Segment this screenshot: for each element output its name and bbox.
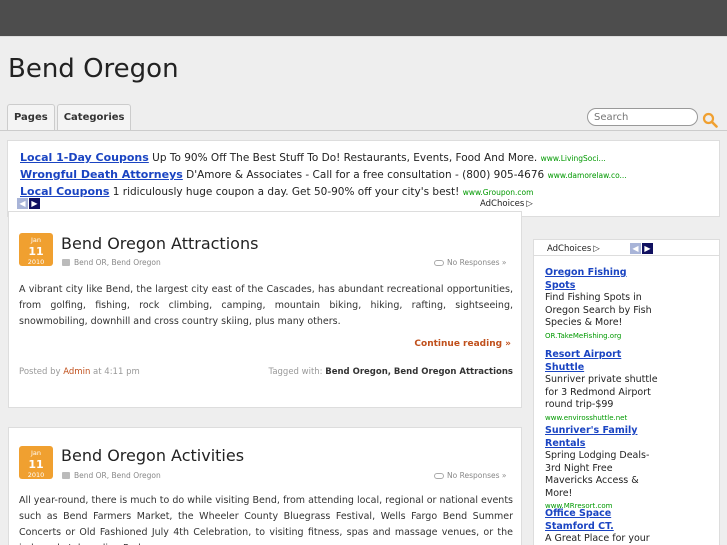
responses-link[interactable]: No Responses » — [434, 471, 506, 480]
sidebar-ad-header: AdChoices ▷ ◀ ▶ — [534, 240, 719, 256]
ad-item[interactable]: Local Coupons 1 ridiculously huge coupon… — [20, 185, 533, 198]
ad-text: Up To 90% Off The Best Stuff To Do! Rest… — [152, 152, 538, 164]
date-month: Jan — [30, 449, 42, 457]
date-year: 2010 — [27, 257, 45, 266]
sidebar-ad-url[interactable]: OR.TakeMeFishing.org — [545, 330, 660, 343]
adchoices-icon: ▷ — [526, 199, 533, 209]
adchoices-label: AdChoices — [480, 199, 525, 209]
sidebar-ad-text: Sunriver private shuttle for 3 Redmond A… — [545, 374, 658, 410]
post-categories: Bend OR, Bend Oregon — [62, 258, 161, 267]
sidebar-ad-text: Find Fishing Spots in Oregon Search by F… — [545, 292, 652, 328]
category-links[interactable]: Bend OR, Bend Oregon — [74, 471, 161, 480]
post-tags: Tagged with: Bend Oregon, Bend Oregon At… — [269, 367, 513, 377]
post-byline: Posted by Admin at 4:11 pm — [19, 367, 140, 377]
prev-arrow-icon[interactable]: ◀ — [17, 198, 28, 209]
responses-label: No Responses » — [447, 471, 507, 480]
date-month: Jan — [30, 236, 42, 244]
folder-icon — [62, 472, 70, 479]
search-icon[interactable] — [702, 112, 718, 128]
sidebar-ad-headline[interactable]: Sunriver's Family Rentals — [545, 425, 660, 450]
tagged-label: Tagged with: — [268, 367, 323, 377]
sidebar-ad-headline[interactable]: Office Space Stamford CT. — [545, 508, 660, 533]
nav-divider — [0, 130, 727, 131]
sidebar-ad-item[interactable]: Oregon Fishing Spots Find Fishing Spots … — [545, 267, 660, 342]
ad-pager: ◀ ▶ — [17, 198, 40, 209]
responses-label: No Responses » — [447, 258, 507, 267]
post-excerpt: All year-round, there is much to do whil… — [19, 495, 513, 545]
posted-by-label: Posted by — [19, 367, 61, 377]
ad-url[interactable]: www.damorelaw.co... — [548, 171, 627, 180]
tab-categories[interactable]: Categories — [56, 104, 132, 130]
responses-link[interactable]: No Responses » — [434, 258, 506, 267]
sidebar-ad-item[interactable]: Resort Airport Shuttle Sunriver private … — [545, 349, 660, 424]
adchoices-link[interactable]: AdChoices ▷ — [480, 199, 533, 209]
next-arrow-icon[interactable]: ▶ — [642, 243, 653, 254]
site-title[interactable]: Bend Oregon — [8, 54, 179, 84]
top-ad-block: Local 1-Day Coupons Up To 90% Off The Be… — [7, 140, 720, 217]
prev-arrow-icon[interactable]: ◀ — [630, 243, 641, 254]
date-badge: Jan 11 2010 — [19, 446, 53, 479]
adchoices-icon: ▷ — [593, 244, 600, 254]
post-time: at 4:11 pm — [93, 367, 140, 377]
post-card: Jan 11 2010 Bend Oregon Attractions Bend… — [8, 211, 522, 408]
post-title[interactable]: Bend Oregon Attractions — [61, 234, 258, 253]
ad-headline[interactable]: Wrongful Death Attorneys — [20, 168, 183, 181]
sidebar-ad-block: AdChoices ▷ ◀ ▶ Oregon Fishing Spots Fin… — [533, 239, 720, 545]
sidebar-ad-headline[interactable]: Resort Airport Shuttle — [545, 349, 660, 374]
ad-url[interactable]: www.Groupon.com — [463, 188, 534, 197]
sidebar-ad-item[interactable]: Office Space Stamford CT. A Great Place … — [545, 508, 660, 545]
sidebar-ad-item[interactable]: Sunriver's Family Rentals Spring Lodging… — [545, 425, 660, 513]
category-links[interactable]: Bend OR, Bend Oregon — [74, 258, 161, 267]
tag-links[interactable]: Bend Oregon, Bend Oregon Attractions — [325, 367, 513, 377]
ad-text: D'Amore & Associates - Call for a free c… — [186, 169, 545, 181]
comment-icon — [434, 259, 444, 266]
ad-headline[interactable]: Local 1-Day Coupons — [20, 151, 149, 164]
date-year: 2010 — [27, 470, 45, 479]
post-card: Jan 11 2010 Bend Oregon Activities Bend … — [8, 427, 522, 545]
ad-item[interactable]: Local 1-Day Coupons Up To 90% Off The Be… — [20, 151, 606, 164]
ad-text: 1 ridiculously huge coupon a day. Get 50… — [112, 186, 460, 198]
sidebar-ad-url[interactable]: www.envirosshuttle.net — [545, 412, 660, 425]
page-body: Bend Oregon Pages Categories Local 1-Day… — [0, 36, 727, 545]
continue-reading-link[interactable]: Continue reading » — [414, 339, 511, 349]
author-link[interactable]: Admin — [63, 367, 90, 377]
folder-icon — [62, 259, 70, 266]
adchoices-label: AdChoices — [547, 244, 592, 254]
ad-pager: ◀ ▶ — [630, 243, 653, 254]
post-excerpt: A vibrant city like Bend, the largest ci… — [19, 284, 513, 327]
post-footer: Posted by Admin at 4:11 pm Tagged with: … — [19, 367, 513, 377]
adchoices-link[interactable]: AdChoices ▷ — [547, 244, 600, 254]
next-arrow-icon[interactable]: ▶ — [29, 198, 40, 209]
post-title[interactable]: Bend Oregon Activities — [61, 446, 244, 465]
date-day: 11 — [28, 244, 44, 258]
ad-headline[interactable]: Local Coupons — [20, 185, 109, 198]
search-input[interactable] — [587, 108, 698, 126]
date-day: 11 — [28, 457, 44, 471]
sidebar-ad-headline[interactable]: Oregon Fishing Spots — [545, 267, 660, 292]
post-categories: Bend OR, Bend Oregon — [62, 471, 161, 480]
comment-icon — [434, 472, 444, 479]
date-badge: Jan 11 2010 — [19, 233, 53, 266]
ad-url[interactable]: www.LivingSoci... — [541, 154, 606, 163]
sidebar-ad-text: Spring Lodging Deals-3rd Night Free Mave… — [545, 450, 650, 499]
tab-pages[interactable]: Pages — [7, 104, 55, 130]
sidebar-ad-text: A Great Place for your — [545, 533, 650, 544]
main-nav: Pages Categories — [7, 104, 132, 130]
ad-item[interactable]: Wrongful Death Attorneys D'Amore & Assoc… — [20, 168, 627, 181]
